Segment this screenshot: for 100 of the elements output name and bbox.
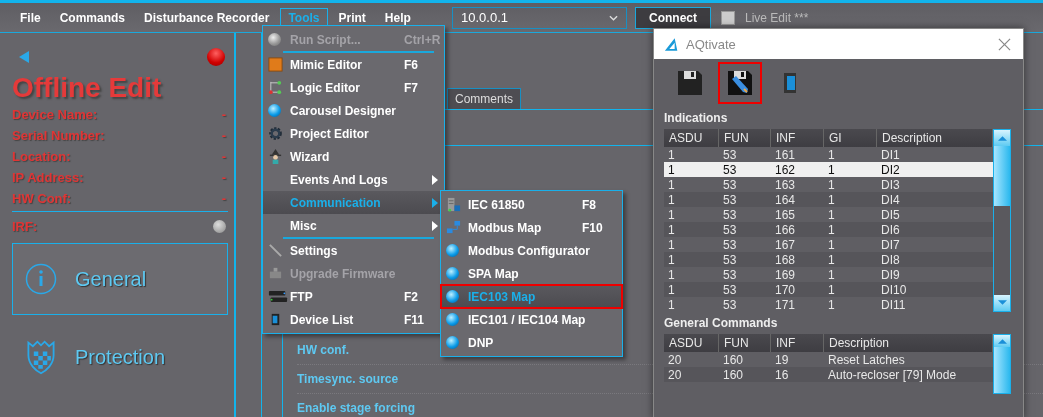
table-cell-text: 168 <box>774 252 797 267</box>
menu-item[interactable]: Modbus Configurator <box>441 239 622 262</box>
checkbox[interactable] <box>721 10 735 25</box>
info-icon <box>25 261 57 297</box>
table-row[interactable]: 20 160 16 Auto-recloser [79] Mode <box>664 367 993 382</box>
menu-item[interactable]: Settings <box>263 239 444 262</box>
scroll-up-icon[interactable] <box>997 135 1007 141</box>
menu-item[interactable]: Disturbance Recorder <box>136 7 278 28</box>
nav-button[interactable]: General <box>12 243 228 315</box>
scrollbar[interactable] <box>993 129 1011 312</box>
table-row[interactable]: 1 53 170 1 DI10 <box>664 282 993 297</box>
field-value: - <box>221 170 226 185</box>
table-cell-text: 1 <box>827 297 836 312</box>
triangle-logo-icon <box>664 36 680 52</box>
menu-item[interactable]: Modbus Map F10 <box>441 216 622 239</box>
table-row[interactable]: 1 53 168 1 DI8 <box>664 252 993 267</box>
table-row[interactable]: 1 53 164 1 DI4 <box>664 192 993 207</box>
table-cell-text: 166 <box>774 222 797 237</box>
table-cell-text: 1 <box>667 147 676 162</box>
setting-label: Timesync. source <box>297 372 399 386</box>
field-label: IRF: <box>12 219 38 234</box>
table-cell-text: DI4 <box>880 192 901 207</box>
menu-item[interactable]: Device List F11 <box>263 308 444 331</box>
sphere-icon <box>446 336 459 349</box>
table-cell-text: 53 <box>722 252 738 267</box>
table-cell-text: 53 <box>722 282 738 297</box>
table-cell-text: 1 <box>827 177 836 192</box>
shield-icon <box>25 339 57 375</box>
menu-item[interactable]: Print <box>330 7 374 28</box>
menu-item[interactable]: DNP <box>441 331 622 354</box>
table-row[interactable]: 1 53 166 1 DI6 <box>664 222 993 237</box>
table-cell-text: 169 <box>774 267 797 282</box>
table-cell-text: 1 <box>827 147 836 162</box>
table-cell-text: 1 <box>827 222 836 237</box>
gear-icon <box>268 126 283 141</box>
table-cell-text: DI10 <box>880 282 908 297</box>
address-dropdown[interactable]: 10.0.0.1 <box>452 6 627 29</box>
setting-label: Enable stage forcing <box>297 401 416 415</box>
table-cell-text: 164 <box>774 192 797 207</box>
table-cell-text: 1 <box>667 177 676 192</box>
table-row[interactable]: 1 53 162 1 DI2 <box>664 162 993 177</box>
table-cell-text: 16 <box>774 367 790 382</box>
menu-item[interactable]: Misc <box>263 214 444 237</box>
tab[interactable]: Comments <box>447 88 521 109</box>
table-cell-text: 1 <box>827 267 836 282</box>
network-icon <box>446 220 461 235</box>
table-cell-text: DI8 <box>880 252 901 267</box>
menu-item[interactable]: Mimic Editor F6 <box>263 53 444 76</box>
setting-label: HW conf. <box>297 343 349 357</box>
scroll-thumb[interactable] <box>994 347 1010 393</box>
table-cell-text: 1 <box>667 267 676 282</box>
menu-item[interactable]: Project Editor <box>263 122 444 145</box>
menu-item[interactable]: IEC 61850 F8 <box>441 193 622 216</box>
menu-item[interactable]: Events And Logs <box>263 168 444 191</box>
table-cell-text: 1 <box>667 282 676 297</box>
menu-item[interactable]: IEC103 Map <box>441 285 622 308</box>
table-cell-text: 1 <box>827 207 836 222</box>
table-cell-text: 19 <box>774 352 790 367</box>
scroll-down-icon[interactable] <box>997 300 1007 306</box>
table-cell-text: DI5 <box>880 207 901 222</box>
floppy-pencil-icon <box>726 69 754 97</box>
back-arrow-icon[interactable] <box>18 50 30 64</box>
menu-item[interactable]: Help <box>376 7 419 28</box>
table-cell-text: 163 <box>774 177 797 192</box>
table-cell-text: 53 <box>722 297 738 312</box>
menu-item[interactable]: IEC101 / IEC104 Map <box>441 308 622 331</box>
figure-icon <box>268 149 283 164</box>
menu-item[interactable]: Wizard <box>263 145 444 168</box>
field-label: IP Address: <box>12 170 84 185</box>
server-icon <box>268 289 288 304</box>
panel-icon <box>268 57 283 72</box>
scroll-thumb[interactable] <box>994 146 1010 206</box>
scrollbar[interactable] <box>993 334 1011 394</box>
field-value: - <box>221 107 226 122</box>
connect-button[interactable]: Connect <box>635 6 711 29</box>
close-icon[interactable] <box>998 37 1011 51</box>
window-title: AQtivate <box>686 36 737 52</box>
table-cell-text: 165 <box>774 207 797 222</box>
table-cell-text: Auto-recloser [79] Mode <box>827 367 958 382</box>
menu-item[interactable]: Carousel Designer <box>263 99 444 122</box>
nav-button[interactable]: Protection <box>12 321 228 393</box>
field-label: Location: <box>12 149 71 164</box>
menu-item[interactable]: FTP F2 <box>263 285 444 308</box>
menu-item[interactable]: File <box>12 7 49 28</box>
table-cell-text: 1 <box>827 192 836 207</box>
table-cell-text: 1 <box>667 192 676 207</box>
table-cell-text: 1 <box>827 282 836 297</box>
table-cell-text: DI3 <box>880 177 901 192</box>
table-cell-text: 1 <box>667 207 676 222</box>
table-cell-text: 53 <box>722 177 738 192</box>
menu-item[interactable]: Logic Editor F7 <box>263 76 444 99</box>
sphere-icon <box>268 33 281 46</box>
section-title: Indications <box>664 111 729 125</box>
toolbar-button[interactable] <box>718 62 762 104</box>
field-value: - <box>221 191 226 206</box>
menu-item[interactable]: Commands <box>51 7 133 28</box>
menu-item[interactable]: SPA Map <box>441 262 622 285</box>
scroll-up-icon[interactable] <box>997 338 1007 345</box>
table-cell-text: Reset Latches <box>827 352 906 367</box>
table-cell-text: 1 <box>667 237 676 252</box>
